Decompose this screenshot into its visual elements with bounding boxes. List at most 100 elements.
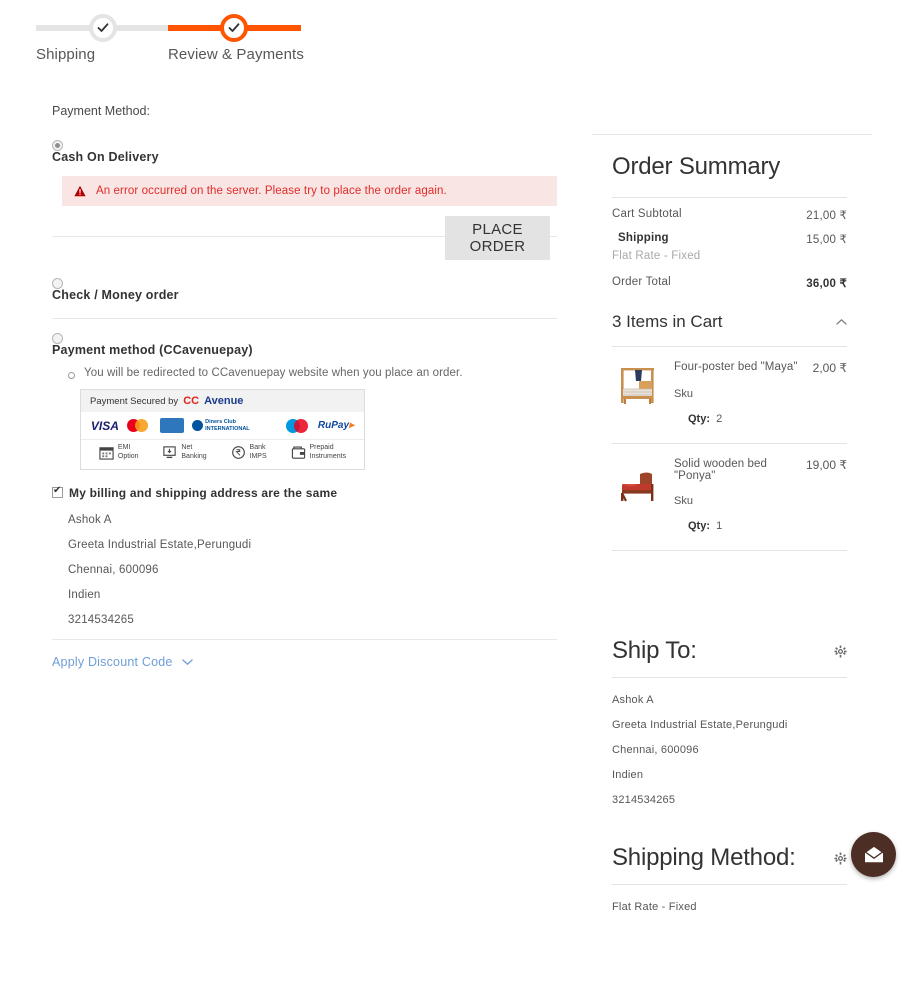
payment-method-label: Check / Money order (52, 278, 557, 302)
order-summary-column: Order Summary Cart Subtotal 21,00 ₹ Ship… (592, 134, 872, 926)
cart-item-qty-value: 2 (716, 413, 722, 425)
shipping-method-header: Shipping Method: (612, 844, 847, 885)
ship-to-line: Indien (612, 769, 847, 781)
chevron-down-icon (182, 658, 193, 666)
cart-item: Four-poster bed "Maya" 2,00 ₹ Sku Qty: 2 (612, 347, 847, 444)
order-totals: Cart Subtotal 21,00 ₹ Shipping 15,00 ₹ F… (612, 197, 847, 290)
ship-to-title: Ship To: (612, 637, 697, 665)
ship-to-header: Ship To: (612, 637, 847, 678)
maestro-icon (286, 419, 310, 433)
cart-item-name: Four-poster bed "Maya" (674, 361, 798, 373)
place-order-button[interactable]: PLACE ORDER (445, 216, 550, 260)
billing-address-line: 3214534265 (68, 614, 557, 626)
payment-method-ccavenuepay[interactable]: Payment method (CCavenuepay) (52, 333, 557, 357)
prepaid-line1: Prepaid (310, 444, 334, 451)
divider (52, 639, 557, 640)
ccavenue-card-logos: VISA Diners ClubINTERNATIONAL RuPay▸ (81, 412, 364, 439)
ccavenue-header-text: Payment Secured by (90, 396, 178, 407)
billing-address-line: Indien (68, 589, 557, 601)
checkout-page: Shipping Review & Payments Payment Metho… (0, 0, 909, 998)
billing-address-line: Greeta Industrial Estate,Perungudi (68, 539, 557, 551)
total-label: Cart Subtotal (612, 208, 682, 220)
cart-item-name-row: Four-poster bed "Maya" 2,00 ₹ (674, 361, 847, 375)
cart-item-qty: Qty: 2 (688, 413, 847, 425)
progress-label-review[interactable]: Review & Payments (168, 46, 304, 63)
ccavenue-secure-badge: Payment Secured by CCAvenue VISA Diners … (80, 389, 365, 470)
billing-address-line: Chennai, 600096 (68, 564, 557, 576)
cart-item-price: 19,00 ₹ (806, 458, 847, 472)
shipping-method-title: Shipping Method: (612, 844, 796, 872)
visa-icon: VISA (91, 418, 119, 433)
emi-line1: EMI (118, 444, 130, 451)
cart-item-qty-label: Qty: (688, 520, 710, 532)
payment-method-check-money-order[interactable]: Check / Money order (52, 278, 557, 302)
cart-item-info: Solid wooden bed "Ponya" 19,00 ₹ Sku Qty… (674, 458, 847, 532)
cart-item: Solid wooden bed "Ponya" 19,00 ₹ Sku Qty… (612, 444, 847, 551)
ccavenue-note: You will be redirected to CCavenuepay we… (66, 367, 557, 379)
payment-method-label: Cash On Delivery (52, 140, 557, 164)
items-in-cart-label: 3 Items in Cart (612, 312, 723, 332)
shipping-method-body: Flat Rate - Fixed (612, 901, 847, 913)
total-value: 36,00 ₹ (806, 276, 847, 290)
check-icon (228, 22, 240, 34)
chat-widget-button[interactable] (851, 832, 896, 877)
jcb-icon (257, 419, 278, 433)
cart-item-name-row: Solid wooden bed "Ponya" 19,00 ₹ (674, 458, 847, 482)
progress-step-review-node[interactable] (220, 14, 248, 42)
gear-icon[interactable] (834, 645, 847, 658)
billing-same-as-shipping-row[interactable]: My billing and shipping address are the … (52, 486, 557, 500)
radio-ccavenuepay[interactable] (52, 333, 63, 344)
ship-to-line: Ashok A (612, 694, 847, 706)
prepaid-line2: Instruments (310, 453, 347, 460)
radio-check-money-order[interactable] (52, 278, 63, 289)
ship-to-line: Greeta Industrial Estate,Perungudi (612, 719, 847, 731)
ccavenue-badge-header: Payment Secured by CCAvenue (81, 390, 364, 412)
total-row-cart-subtotal: Cart Subtotal 21,00 ₹ (612, 208, 847, 222)
billing-same-label: My billing and shipping address are the … (69, 486, 337, 500)
divider (52, 318, 557, 319)
progress-label-shipping[interactable]: Shipping (36, 46, 95, 63)
envelope-icon (863, 846, 885, 864)
order-summary-title: Order Summary (612, 153, 872, 181)
total-label: Order Total (612, 276, 671, 288)
cart-item-qty: Qty: 1 (688, 520, 847, 532)
payment-method-cash-on-delivery[interactable]: Cash On Delivery (52, 140, 557, 164)
apply-discount-code-label: Apply Discount Code (52, 655, 173, 669)
amex-icon (160, 418, 184, 433)
ship-to-line: 3214534265 (612, 794, 847, 806)
progress-step-shipping-node[interactable] (89, 14, 117, 42)
billing-address-section: My billing and shipping address are the … (52, 486, 557, 671)
rupee-transfer-icon (231, 445, 246, 460)
mastercard-icon (127, 418, 153, 433)
gear-icon[interactable] (834, 852, 847, 865)
cart-item-price: 2,00 ₹ (813, 361, 847, 375)
billing-same-checkbox[interactable] (52, 487, 63, 498)
total-row-order-total: Order Total 36,00 ₹ (612, 276, 847, 290)
total-label: Shipping (612, 232, 669, 244)
netbanking-line1: Net (181, 444, 192, 451)
emi-line2: Option (118, 453, 139, 460)
cart-item-qty-label: Qty: (688, 413, 710, 425)
billing-address-line: Ashok A (68, 514, 557, 526)
cart-item-sku: Sku (674, 388, 847, 400)
netbanking-line2: Banking (181, 453, 206, 460)
cart-item-sku: Sku (674, 495, 847, 507)
rupay-icon: RuPay▸ (318, 418, 354, 433)
cart-item-qty-value: 1 (716, 520, 722, 532)
checkout-progress-bar: Shipping Review & Payments (0, 0, 600, 80)
wallet-icon (291, 445, 306, 460)
net-banking-option: Net Banking (162, 444, 206, 462)
total-value: 21,00 ₹ (806, 208, 847, 222)
monitor-icon (162, 445, 177, 460)
radio-cash-on-delivery[interactable] (52, 140, 63, 151)
server-error-text: An error occurred on the server. Please … (96, 185, 447, 197)
calendar-icon (99, 445, 114, 460)
ccavenue-payment-options: EMIOption NetBanking BankIMPS (81, 439, 364, 469)
apply-discount-code-toggle[interactable]: Apply Discount Code (52, 655, 193, 669)
diners-club-icon: Diners ClubINTERNATIONAL (192, 418, 250, 433)
imps-line2: IMPS (250, 453, 267, 460)
place-order-row: PLACE ORDER (52, 220, 557, 266)
emi-option: EMI Option (99, 444, 139, 462)
items-in-cart-toggle[interactable]: 3 Items in Cart (612, 312, 847, 347)
ship-to-address: Ashok A Greeta Industrial Estate,Perungu… (612, 694, 847, 806)
